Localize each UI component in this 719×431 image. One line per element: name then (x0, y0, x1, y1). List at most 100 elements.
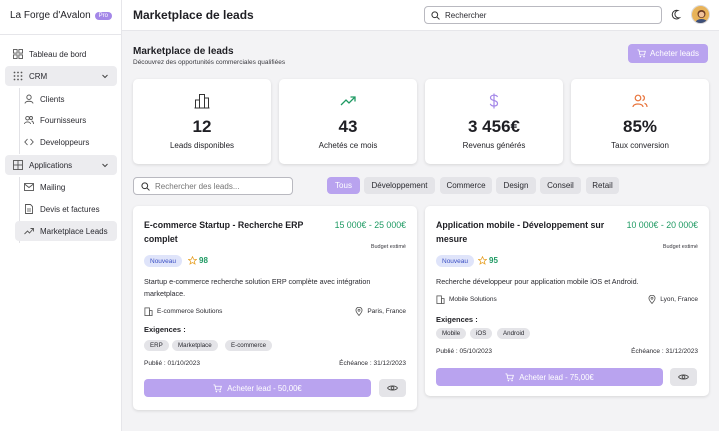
brand: La Forge d'Avalon Pro (10, 10, 113, 21)
filter-chip-retail[interactable]: Retail (586, 177, 619, 194)
stat-label: Taux conversion (611, 141, 669, 150)
cart-icon (505, 372, 515, 381)
status-badge: Nouveau (436, 255, 475, 267)
dashboard-icon (13, 49, 23, 59)
requirement-tag: ERP (144, 340, 169, 351)
brand-name: La Forge d'Avalon (10, 10, 91, 21)
lead-search-box[interactable] (133, 177, 293, 195)
user-icon (24, 94, 34, 104)
view-lead-button[interactable] (379, 379, 406, 397)
divider (0, 34, 122, 35)
map-pin-icon (355, 307, 363, 316)
sidebar-item-dashboard[interactable]: Tableau de bord (5, 44, 117, 64)
lead-price: 10 000€ - 20 000€ (626, 220, 698, 230)
search-input[interactable] (445, 10, 645, 20)
budget-label: Budget estimé (662, 244, 698, 250)
sidebar-item-label: CRM (29, 71, 48, 81)
chevron-down-icon (102, 74, 108, 79)
requirements-label: Exigences : (144, 325, 186, 334)
company-name: Mobile Solutions (449, 296, 497, 303)
score-value: 98 (199, 256, 208, 265)
view-lead-button[interactable] (670, 368, 697, 386)
cart-icon (637, 49, 646, 58)
buy-lead-label: Acheter lead - 75,00€ (519, 372, 594, 382)
budget-label: Budget estimé (370, 244, 406, 250)
buy-lead-button[interactable]: Acheter lead - 50,00€ (144, 379, 371, 397)
filter-chip-design[interactable]: Design (496, 177, 536, 194)
stat-card-purchased: 43 Achetés ce mois (279, 79, 417, 164)
page-title: Marketplace de leads (133, 8, 254, 22)
stat-value: 43 (338, 117, 358, 136)
buy-leads-button[interactable]: Acheter leads (628, 44, 708, 63)
filter-chip-all[interactable]: Tous (327, 177, 360, 194)
published-date: Publié : 01/10/2023 (144, 360, 201, 367)
lead-company: E-commerce Solutions (144, 307, 222, 316)
trending-up-icon (340, 96, 356, 106)
stat-label: Leads disponibles (169, 141, 235, 150)
lead-title: E-commerce Startup - Recherche ERP compl… (144, 220, 304, 244)
document-icon (25, 204, 33, 214)
top-header: Marketplace de leads (122, 0, 719, 31)
search-icon (141, 181, 150, 191)
sidebar-item-clients[interactable]: Clients (5, 89, 117, 109)
stat-value: 3 456€ (468, 117, 520, 136)
lead-search-input[interactable] (155, 181, 285, 191)
lead-card: E-commerce Startup - Recherche ERP compl… (133, 206, 417, 410)
building-icon (144, 307, 153, 316)
location-text: Paris, France (367, 308, 406, 315)
lead-company: Mobile Solutions (436, 295, 497, 304)
lead-score: 95 (478, 256, 498, 265)
status-badge: Nouveau (144, 255, 183, 267)
published-date: Publié : 05/10/2023 (436, 348, 493, 355)
users-icon (24, 115, 34, 125)
sidebar: La Forge d'Avalon Pro Tableau de bord CR… (0, 0, 122, 431)
stat-card-leads: 12 Leads disponibles (133, 79, 271, 164)
location-text: Lyon, France (660, 296, 698, 303)
lead-price: 15 000€ - 25 000€ (334, 220, 406, 230)
buy-lead-label: Acheter lead - 50,00€ (227, 383, 302, 393)
section-subtitle: Découvrez des opportunités commerciales … (133, 59, 286, 66)
filter-chip-commerce[interactable]: Commerce (440, 177, 492, 194)
users-icon (632, 94, 648, 108)
search-box[interactable] (424, 6, 662, 24)
building-icon (436, 295, 445, 304)
sidebar-item-label: Marketplace Leads (40, 226, 108, 236)
cart-icon (213, 383, 223, 392)
building-icon (194, 94, 210, 109)
sidebar-item-developers[interactable]: Developpeurs (5, 132, 117, 152)
requirement-tag: Marketplace (172, 340, 218, 351)
trending-up-icon (24, 228, 34, 235)
sidebar-item-label: Mailing (40, 182, 66, 192)
sidebar-item-applications[interactable]: Applications (5, 155, 117, 175)
eye-icon (387, 385, 398, 391)
map-pin-icon (648, 295, 656, 304)
buy-lead-button[interactable]: Acheter lead - 75,00€ (436, 368, 663, 386)
sidebar-item-marketplace[interactable]: Marketplace Leads (15, 221, 117, 241)
stat-value: 85% (622, 117, 658, 136)
deadline-date: Échéance : 31/12/2023 (631, 348, 698, 355)
lead-title: Application mobile - Développement sur m… (436, 220, 605, 244)
sidebar-item-invoices[interactable]: Devis et factures (5, 199, 117, 219)
sidebar-item-crm[interactable]: CRM (5, 66, 117, 86)
stat-card-revenue: 3 456€ Revenus générés (425, 79, 563, 164)
requirements-label: Exigences : (436, 315, 478, 324)
lead-card: Application mobile - Développement sur m… (425, 206, 709, 396)
score-value: 95 (489, 256, 498, 265)
avatar[interactable] (691, 5, 710, 24)
filter-chip-development[interactable]: Développement (364, 177, 435, 194)
lead-location: Paris, France (355, 307, 406, 316)
sidebar-item-suppliers[interactable]: Fournisseurs (5, 110, 117, 130)
mail-icon (24, 183, 34, 191)
sidebar-item-label: Fournisseurs (40, 115, 87, 125)
company-name: E-commerce Solutions (157, 308, 223, 315)
code-icon (24, 138, 34, 146)
deadline-date: Échéance : 31/12/2023 (339, 360, 406, 367)
sidebar-item-mailing[interactable]: Mailing (5, 177, 117, 197)
moon-icon[interactable] (671, 9, 683, 21)
search-icon (431, 10, 440, 20)
sidebar-item-label: Tableau de bord (29, 49, 87, 59)
lead-description: Startup e-commerce recherche solution ER… (144, 277, 371, 298)
filter-chip-consulting[interactable]: Conseil (540, 177, 581, 194)
eye-icon (678, 374, 689, 380)
pro-badge: Pro (94, 11, 113, 20)
